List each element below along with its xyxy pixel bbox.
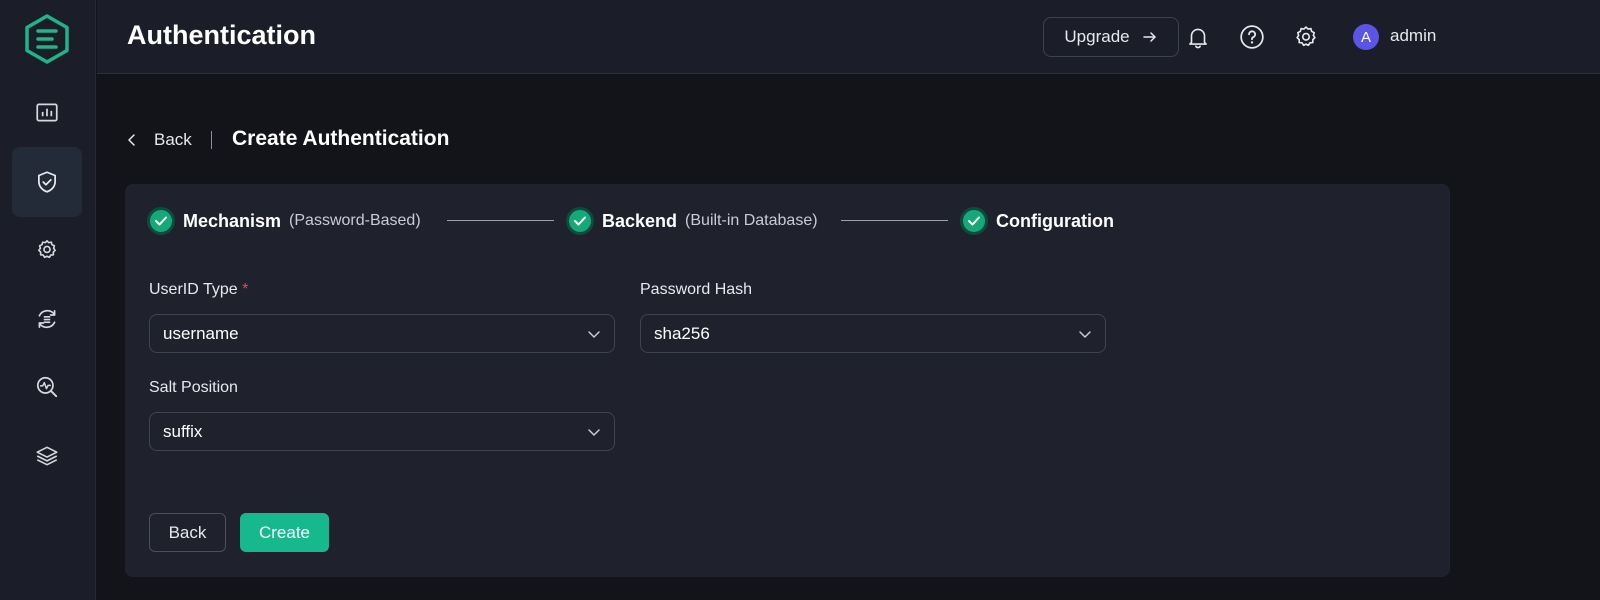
userid-type-value: username — [163, 323, 239, 343]
check-circle-icon — [566, 207, 594, 235]
check-circle-icon — [960, 207, 988, 235]
salt-position-select[interactable]: suffix — [149, 412, 615, 451]
upgrade-label: Upgrade — [1064, 27, 1130, 46]
step-title: Configuration — [996, 210, 1114, 231]
sidebar-item-integration[interactable] — [12, 284, 82, 354]
page-title: Create Authentication — [232, 127, 450, 150]
step-connector — [447, 220, 554, 221]
password-hash-value: sha256 — [654, 323, 710, 343]
settings-gear-icon[interactable] — [1291, 22, 1321, 52]
shield-check-icon — [38, 171, 56, 193]
sidebar-item-extensions[interactable] — [12, 421, 82, 491]
salt-position-label: Salt Position — [149, 379, 238, 396]
chevron-down-icon — [588, 330, 600, 338]
user-avatar[interactable]: A — [1353, 24, 1379, 50]
userid-type-label: UserID Type * — [149, 281, 248, 299]
sidebar-item-management[interactable] — [12, 215, 82, 285]
back-link[interactable]: Back — [124, 128, 192, 152]
password-hash-label: Password Hash — [640, 281, 753, 298]
create-button[interactable]: Create — [240, 513, 329, 552]
chevron-down-icon — [588, 428, 600, 436]
sidebar-item-access-control[interactable] — [12, 147, 82, 217]
back-button[interactable]: Back — [149, 513, 226, 552]
userid-type-select[interactable]: username — [149, 314, 615, 353]
arrow-right-icon — [1142, 32, 1156, 42]
top-header: Authentication Upgrade A admin — [97, 0, 1600, 74]
sidebar-item-diagnose[interactable] — [12, 352, 82, 422]
password-hash-select[interactable]: sha256 — [640, 314, 1106, 353]
dashboard-icon — [36, 103, 58, 122]
step-subtitle: (Built-in Database) — [685, 212, 818, 229]
step-connector — [841, 220, 948, 221]
integration-icon — [38, 309, 56, 329]
required-mark: * — [242, 281, 249, 298]
userid-type-label-text: UserID Type — [149, 281, 238, 298]
app-logo-icon[interactable] — [24, 14, 70, 64]
sidebar — [0, 0, 96, 600]
chevron-down-icon — [1079, 330, 1091, 338]
step-backend: Backend (Built-in Database) — [566, 206, 818, 236]
notification-bell-icon[interactable] — [1183, 22, 1213, 52]
chevron-left-icon — [128, 134, 135, 146]
heading-divider — [211, 131, 212, 149]
step-title: Backend — [602, 210, 678, 231]
sidebar-item-dashboard[interactable] — [12, 78, 82, 148]
step-subtitle: (Password-Based) — [289, 212, 421, 229]
step-title: Mechanism — [183, 210, 282, 231]
step-configuration: Configuration — [960, 206, 1114, 236]
salt-position-value: suffix — [163, 421, 203, 441]
gear-cog-icon — [38, 239, 56, 259]
back-link-label: Back — [154, 130, 192, 149]
header-title: Authentication — [127, 20, 316, 50]
step-mechanism: Mechanism (Password-Based) — [147, 206, 421, 236]
check-circle-icon — [147, 207, 175, 235]
diagnose-icon — [36, 376, 58, 398]
layers-icon — [36, 446, 58, 466]
upgrade-button[interactable]: Upgrade — [1043, 17, 1179, 57]
user-name[interactable]: admin — [1390, 26, 1436, 46]
form-card: Mechanism (Password-Based) Backend (Buil… — [125, 184, 1450, 577]
help-question-icon[interactable] — [1237, 22, 1267, 52]
